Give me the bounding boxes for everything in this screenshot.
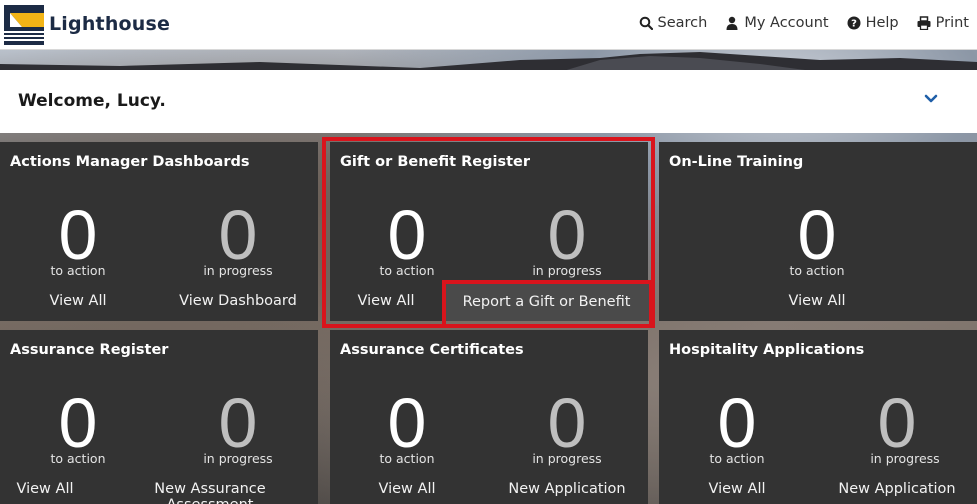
tile-title: Hospitality Applications: [669, 342, 865, 358]
in-progress-label: in progress: [532, 263, 602, 278]
to-action-count: 0: [58, 384, 98, 462]
welcome-message: Welcome, Lucy.: [18, 91, 166, 111]
lighthouse-logo[interactable]: [4, 5, 44, 45]
to-action-label: to action: [789, 263, 845, 278]
top-nav: Search My Account ? Help Print: [639, 15, 969, 31]
in-progress-count: 0: [218, 384, 258, 462]
svg-text:?: ?: [851, 19, 857, 30]
tile-hospitality-applications: Hospitality Applications 0 to action 0 i…: [659, 330, 977, 504]
to-action-count: 0: [387, 196, 427, 274]
tile-title: Gift or Benefit Register: [340, 154, 530, 170]
view-all-link[interactable]: View All: [306, 293, 466, 309]
to-action-label: to action: [50, 451, 106, 466]
view-all-link[interactable]: View All: [737, 293, 897, 309]
print-icon: [917, 16, 931, 30]
tile-assurance-register: Assurance Register 0 to action 0 in prog…: [0, 330, 318, 504]
top-bar: Lighthouse Search My Account ? Help Prin…: [0, 0, 977, 50]
to-action-count: 0: [58, 196, 98, 274]
in-progress-label: in progress: [203, 451, 273, 466]
help-icon: ?: [847, 16, 861, 30]
new-application-link[interactable]: New Application: [817, 481, 977, 497]
nav-my-account-label: My Account: [744, 15, 829, 31]
chevron-down-icon[interactable]: [924, 94, 938, 104]
in-progress-count: 0: [547, 384, 587, 462]
in-progress-count: 0: [547, 196, 587, 274]
new-application-link[interactable]: New Application: [487, 481, 647, 497]
to-action-label: to action: [50, 263, 106, 278]
tile-gift-benefit-register: Gift or Benefit Register 0 to action 0 i…: [330, 142, 649, 321]
nav-help-label: Help: [865, 15, 899, 31]
tile-assurance-certificates: Assurance Certificates 0 to action 0 in …: [330, 330, 648, 504]
tile-actions-manager: Actions Manager Dashboards 0 to action 0…: [0, 142, 318, 321]
view-all-link[interactable]: View All: [0, 481, 125, 497]
to-action-label: to action: [379, 263, 435, 278]
nav-print[interactable]: Print: [917, 15, 969, 31]
nav-help[interactable]: ? Help: [847, 15, 899, 31]
nav-search-label: Search: [657, 15, 708, 31]
welcome-panel: Welcome, Lucy.: [0, 70, 977, 133]
in-progress-label: in progress: [203, 263, 273, 278]
view-all-link[interactable]: View All: [0, 293, 158, 309]
tile-title: On-Line Training: [669, 154, 804, 170]
nav-print-label: Print: [935, 15, 969, 31]
mountain-ridge: [0, 52, 977, 72]
view-all-link[interactable]: View All: [657, 481, 817, 497]
in-progress-label: in progress: [870, 451, 940, 466]
tile-title: Assurance Register: [10, 342, 169, 358]
report-gift-benefit-button[interactable]: Report a Gift or Benefit: [444, 283, 649, 321]
to-action-count: 0: [797, 196, 837, 274]
in-progress-label: in progress: [532, 451, 602, 466]
tile-online-training: On-Line Training 0 to action View All: [659, 142, 977, 321]
view-all-link[interactable]: View All: [327, 481, 487, 497]
to-action-count: 0: [387, 384, 427, 462]
view-dashboard-link[interactable]: View Dashboard: [158, 293, 318, 309]
to-action-label: to action: [709, 451, 765, 466]
nav-my-account[interactable]: My Account: [725, 15, 829, 31]
tile-title: Actions Manager Dashboards: [10, 154, 250, 170]
tile-title: Assurance Certificates: [340, 342, 524, 358]
new-assurance-assessment-link[interactable]: New Assurance Assessment: [112, 481, 308, 504]
brand-name[interactable]: Lighthouse: [49, 13, 170, 35]
to-action-label: to action: [379, 451, 435, 466]
in-progress-count: 0: [218, 196, 258, 274]
search-icon: [639, 16, 653, 30]
to-action-count: 0: [717, 384, 757, 462]
in-progress-count: 0: [877, 384, 917, 462]
nav-search[interactable]: Search: [639, 15, 708, 31]
user-icon: [726, 16, 738, 30]
